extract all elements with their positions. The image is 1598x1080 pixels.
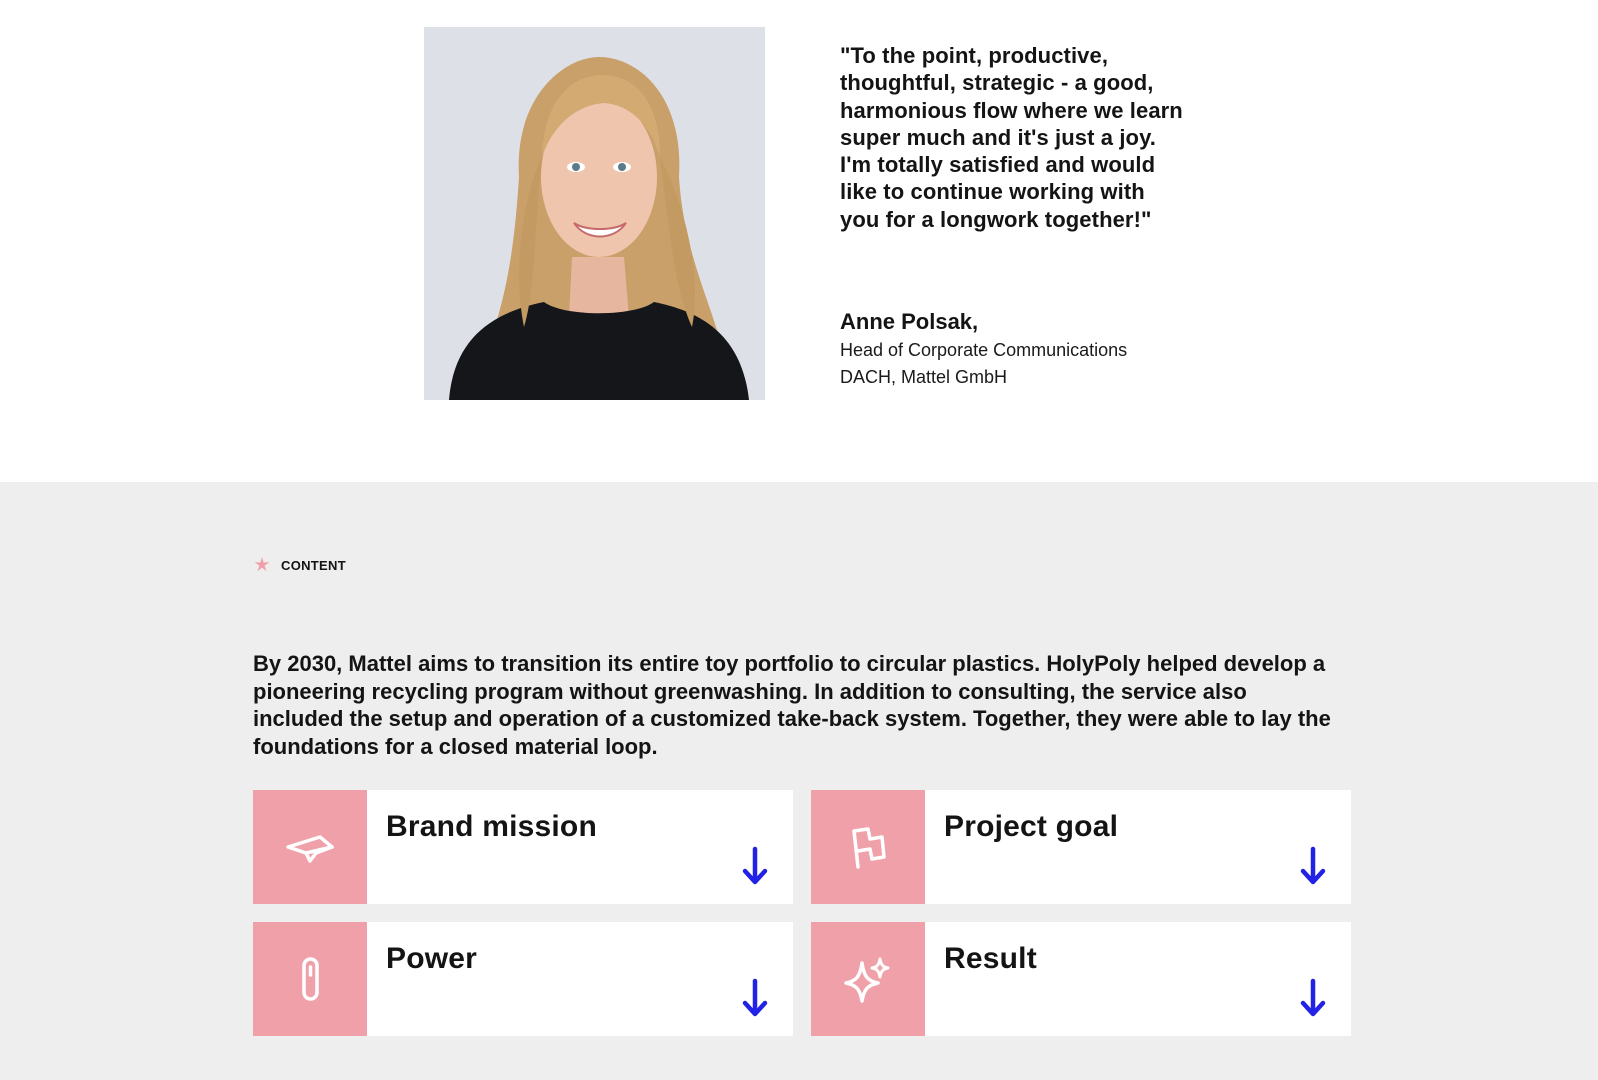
asterisk-icon <box>253 556 271 574</box>
card-icon-box <box>811 790 925 904</box>
testimonial-section: "To the point, productive, thoughtful, s… <box>0 0 1598 482</box>
sparkle-icon <box>844 957 890 1003</box>
card-icon-box <box>253 790 367 904</box>
card-icon-box <box>811 922 925 1036</box>
card-title: Result <box>944 942 1037 975</box>
card-icon-box <box>253 922 367 1036</box>
content-section: CONTENT By 2030, Mattel aims to transiti… <box>0 482 1598 1080</box>
paper-plane-icon <box>286 835 334 863</box>
card-title: Project goal <box>944 810 1119 843</box>
section-tag-label: CONTENT <box>281 557 346 573</box>
arrow-down-icon[interactable] <box>741 846 769 886</box>
card-project-goal[interactable]: Project goal <box>811 790 1351 904</box>
section-tag: CONTENT <box>253 556 346 574</box>
arrow-down-icon[interactable] <box>1299 978 1327 1018</box>
card-title: Brand mission <box>386 810 597 843</box>
card-brand-mission[interactable]: Brand mission <box>253 790 793 904</box>
intro-paragraph: By 2030, Mattel aims to transition its e… <box>253 651 1331 759</box>
arrow-down-icon[interactable] <box>741 978 769 1018</box>
card-title: Power <box>386 942 478 975</box>
flag-icon <box>852 827 886 869</box>
card-result[interactable]: Result <box>811 922 1351 1036</box>
card-power[interactable]: Power <box>253 922 793 1036</box>
author-role: Head of Corporate Communications DACH, M… <box>840 340 1128 387</box>
arrow-down-icon[interactable] <box>1299 846 1327 886</box>
person-portrait-icon <box>424 27 765 400</box>
author-name: Anne Polsak, <box>840 309 979 334</box>
portrait-photo <box>424 27 765 400</box>
battery-icon <box>302 957 319 1001</box>
testimonial-quote: "To the point, productive, thoughtful, s… <box>840 43 1183 232</box>
